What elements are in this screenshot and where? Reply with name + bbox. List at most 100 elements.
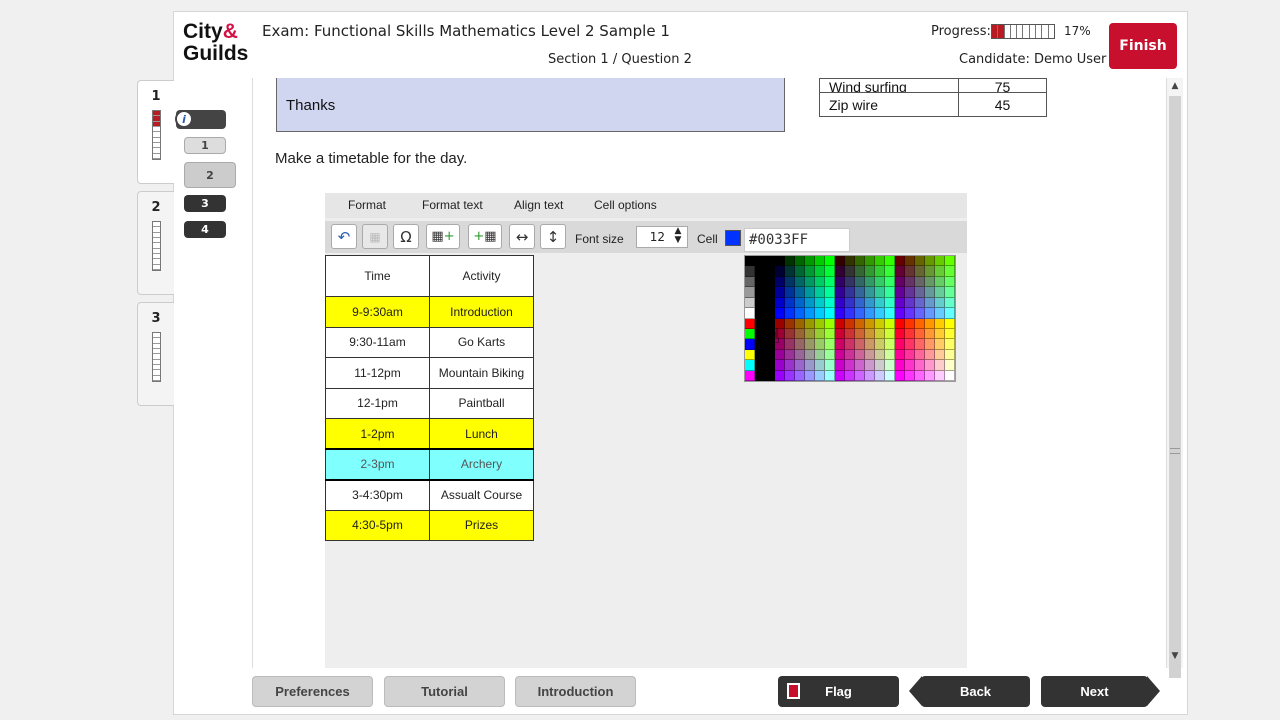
color-swatch[interactable] [855, 339, 865, 350]
color-swatch[interactable] [915, 308, 925, 319]
color-swatch[interactable] [815, 276, 825, 288]
color-swatch[interactable] [945, 256, 955, 267]
color-swatch[interactable] [825, 287, 835, 298]
color-swatch[interactable] [925, 370, 935, 381]
color-swatch[interactable] [785, 256, 795, 267]
color-swatch[interactable] [825, 360, 835, 371]
time-cell[interactable]: 11-12pm [325, 357, 430, 389]
color-swatch[interactable] [805, 266, 815, 277]
introduction-button[interactable]: Introduction [515, 676, 636, 707]
color-swatch[interactable] [815, 297, 825, 309]
color-swatch[interactable] [795, 349, 805, 361]
activity-cell[interactable]: Mountain Biking [429, 357, 534, 389]
color-swatch[interactable] [785, 297, 795, 309]
color-swatch[interactable] [845, 287, 855, 298]
color-swatch[interactable] [945, 370, 955, 381]
color-swatch[interactable] [745, 297, 755, 309]
color-swatch[interactable] [805, 339, 815, 350]
color-swatch[interactable] [805, 308, 815, 319]
color-swatch[interactable] [745, 266, 755, 277]
color-swatch[interactable] [795, 328, 805, 340]
color-swatch[interactable] [835, 328, 845, 340]
color-swatch[interactable] [785, 318, 795, 329]
color-swatch[interactable] [885, 349, 895, 361]
color-swatch[interactable] [915, 360, 925, 371]
color-swatch[interactable] [905, 328, 915, 340]
color-swatch[interactable] [825, 370, 835, 381]
color-swatch[interactable] [835, 256, 845, 267]
activity-cell[interactable]: Archery [429, 448, 534, 481]
color-swatch[interactable] [945, 276, 955, 288]
color-swatch[interactable] [885, 328, 895, 340]
color-swatch[interactable] [775, 360, 785, 371]
color-swatch[interactable] [945, 349, 955, 361]
font-size-stepper[interactable]: ▲ ▼ [671, 227, 685, 247]
color-swatch[interactable] [785, 266, 795, 277]
color-swatch[interactable] [755, 370, 765, 381]
color-swatch[interactable] [905, 339, 915, 350]
back-button[interactable]: Back [909, 676, 1030, 707]
color-swatch[interactable] [915, 266, 925, 277]
finish-button[interactable]: Finish [1109, 23, 1177, 69]
flag-button[interactable]: Flag [778, 676, 899, 707]
insert-column-icon[interactable]: +▦ [468, 224, 502, 249]
color-swatch[interactable] [765, 287, 775, 298]
color-swatch[interactable] [895, 297, 905, 309]
color-swatch[interactable] [785, 287, 795, 298]
color-swatch[interactable] [805, 318, 815, 329]
color-swatch[interactable] [865, 318, 875, 329]
color-swatch[interactable] [825, 318, 835, 329]
color-swatch[interactable] [945, 297, 955, 309]
column-header-activity[interactable]: Activity [429, 255, 534, 297]
color-swatch[interactable] [795, 297, 805, 309]
time-cell[interactable]: 3-4:30pm [325, 479, 430, 511]
color-swatch[interactable] [895, 276, 905, 288]
color-swatch[interactable] [875, 360, 885, 371]
color-swatch[interactable] [935, 266, 945, 277]
time-cell[interactable]: 1-2pm [325, 418, 430, 450]
color-swatch[interactable] [925, 328, 935, 340]
color-swatch[interactable] [935, 297, 945, 309]
color-swatch[interactable] [835, 287, 845, 298]
scrollbar-thumb[interactable] [1169, 96, 1181, 678]
color-swatch[interactable] [885, 266, 895, 277]
question-4-button[interactable]: 4 [184, 221, 226, 238]
color-swatch[interactable] [895, 360, 905, 371]
color-swatch[interactable] [785, 360, 795, 371]
color-swatch[interactable] [795, 360, 805, 371]
color-swatch[interactable] [835, 339, 845, 350]
color-swatch[interactable] [885, 297, 895, 309]
color-swatch[interactable] [775, 266, 785, 277]
color-swatch[interactable] [845, 328, 855, 340]
color-swatch[interactable] [875, 339, 885, 350]
activity-cell[interactable]: Assualt Course [429, 479, 534, 511]
activity-cell[interactable]: Paintball [429, 387, 534, 419]
color-swatch[interactable] [925, 308, 935, 319]
color-swatch[interactable] [755, 308, 765, 319]
color-swatch[interactable] [775, 256, 785, 267]
color-swatch[interactable] [835, 349, 845, 361]
color-swatch[interactable] [765, 349, 775, 361]
color-swatch[interactable] [755, 256, 765, 267]
color-swatch[interactable] [875, 297, 885, 309]
tutorial-button[interactable]: Tutorial [384, 676, 505, 707]
information-button[interactable]: i [175, 110, 226, 129]
color-palette[interactable] [744, 255, 956, 382]
color-swatch[interactable] [875, 276, 885, 288]
color-swatch[interactable] [825, 339, 835, 350]
color-swatch[interactable] [825, 276, 835, 288]
spin-down-icon[interactable]: ▼ [671, 236, 685, 245]
color-swatch[interactable] [845, 276, 855, 288]
color-swatch[interactable] [895, 328, 905, 340]
color-swatch[interactable] [785, 370, 795, 381]
color-swatch[interactable] [765, 276, 775, 288]
merge-cells-icon[interactable]: ▦ [362, 224, 388, 249]
color-swatch[interactable] [885, 360, 895, 371]
question-3-button[interactable]: 3 [184, 195, 226, 212]
color-swatch[interactable] [895, 266, 905, 277]
color-swatch[interactable] [945, 266, 955, 277]
color-swatch[interactable] [785, 308, 795, 319]
color-swatch[interactable] [905, 360, 915, 371]
color-swatch[interactable] [795, 318, 805, 329]
color-swatch[interactable] [855, 370, 865, 381]
